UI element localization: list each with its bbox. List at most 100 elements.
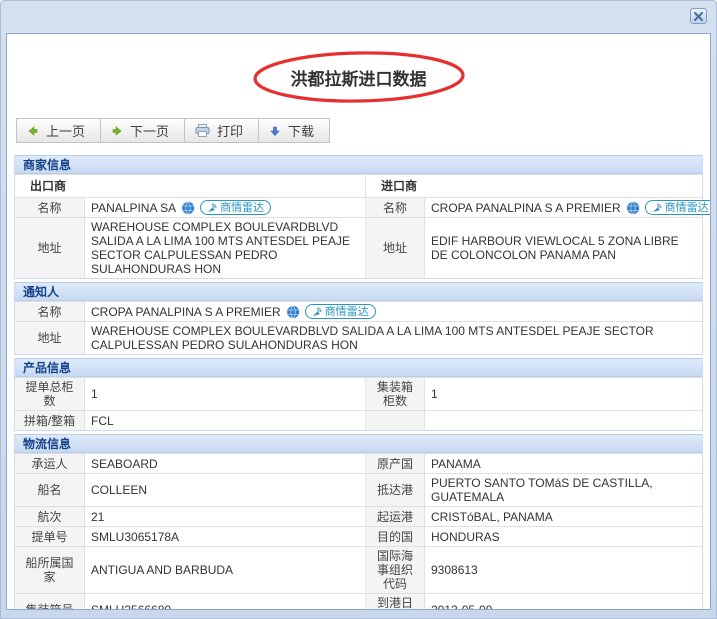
imo-code-value: 9308613 <box>425 547 702 593</box>
lcl-fcl-label: 拼箱/整箱 <box>15 411 85 430</box>
business-radar-badge[interactable]: 商情雷达 <box>200 200 271 215</box>
vessel-name-value: COLLEEN <box>85 474 366 506</box>
exporter-name-label: 名称 <box>15 198 85 217</box>
product-row-1: 提单总柜数 1 集装箱柜数 1 <box>15 377 702 410</box>
notify-address-row: 地址 WAREHOUSE COMPLEX BOULEVARDBLVD SALID… <box>15 321 702 354</box>
exporter-header: 出口商 <box>15 175 366 197</box>
bl-container-count-label: 提单总柜数 <box>15 378 85 410</box>
empty-label-cell <box>366 411 425 430</box>
logistics-row-vessel: 船名 COLLEEN 抵达港 PUERTO SANTO TOMáS DE CAS… <box>15 473 702 506</box>
page-title: 洪都拉斯进口数据 <box>291 65 427 90</box>
container-number-label: 集装箱号 <box>15 594 85 610</box>
carrier-label: 承运人 <box>15 454 85 473</box>
toolbar: 上一页 下一页 打印 <box>16 118 710 143</box>
business-radar-badge[interactable]: 商情雷达 <box>645 200 711 215</box>
importer-header: 进口商 <box>366 175 702 197</box>
business-radar-label: 商情雷达 <box>325 305 369 319</box>
notify-address-label: 地址 <box>15 322 85 354</box>
voyage-value: 21 <box>85 507 366 526</box>
vessel-name-label: 船名 <box>15 474 85 506</box>
importer-name-value: CROPA PANALPINA S A PREMIER <box>431 201 621 215</box>
section-notify-header: 通知人 <box>15 282 702 301</box>
exporter-address-value: WAREHOUSE COMPLEX BOULEVARDBLVD SALIDA A… <box>85 218 366 278</box>
voyage-label: 航次 <box>15 507 85 526</box>
merchant-name-row: 名称 PANALPINA SA 商情雷达 名称 <box>15 197 702 217</box>
close-button[interactable] <box>690 8 707 24</box>
section-logistics-header: 物流信息 <box>15 434 702 453</box>
origin-country-label: 原产国 <box>366 454 425 473</box>
vessel-flag-value: ANTIGUA AND BARBUDA <box>85 547 366 593</box>
section-notify: 通知人 名称 CROPA PANALPINA S A PREMIER 商情雷达 <box>14 282 703 355</box>
prev-page-label: 上一页 <box>46 121 85 140</box>
bl-container-count-value: 1 <box>85 378 366 410</box>
radar-icon <box>652 203 662 213</box>
departure-port-label: 起运港 <box>366 507 425 526</box>
notify-name-row: 名称 CROPA PANALPINA S A PREMIER 商情雷达 <box>15 301 702 321</box>
section-product: 产品信息 提单总柜数 1 集装箱柜数 1 拼箱/整箱 FCL <box>14 358 703 431</box>
logistics-row-flag: 船所属国家 ANTIGUA AND BARBUDA 国际海事组织代码 93086… <box>15 546 702 593</box>
logistics-row-voyage: 航次 21 起运港 CRISTóBAL, PANAMA <box>15 506 702 526</box>
globe-icon[interactable] <box>181 201 195 215</box>
container-count-label: 集装箱柜数 <box>366 378 425 410</box>
lcl-fcl-value: FCL <box>85 411 366 430</box>
container-count-value: 1 <box>425 378 702 410</box>
prev-page-button[interactable]: 上一页 <box>16 118 101 143</box>
download-button[interactable]: 下载 <box>258 118 330 143</box>
logistics-row-carrier: 承运人 SEABOARD 原产国 PANAMA <box>15 453 702 473</box>
exporter-address-label: 地址 <box>15 218 85 278</box>
notify-name-cell: CROPA PANALPINA S A PREMIER 商情雷达 <box>85 302 702 321</box>
globe-icon[interactable] <box>626 201 640 215</box>
logistics-row-bl: 提单号 SMLU3065178A 目的国 HONDURAS <box>15 526 702 546</box>
next-page-button[interactable]: 下一页 <box>100 118 185 143</box>
radar-icon <box>312 307 322 317</box>
notify-name-value: CROPA PANALPINA S A PREMIER <box>91 305 281 319</box>
business-radar-badge[interactable]: 商情雷达 <box>305 304 376 319</box>
container-number-value: SMLU2566680 <box>85 594 366 610</box>
section-merchant-header: 商家信息 <box>15 155 702 174</box>
importer-name-label: 名称 <box>366 198 425 217</box>
business-radar-label: 商情雷达 <box>665 201 709 215</box>
bl-number-value: SMLU3065178A <box>85 527 366 546</box>
close-icon <box>694 12 703 21</box>
exporter-name-value: PANALPINA SA <box>91 201 176 215</box>
section-merchant: 商家信息 出口商 进口商 名称 PANALPINA SA <box>14 155 703 279</box>
product-row-2: 拼箱/整箱 FCL <box>15 410 702 430</box>
arrival-port-label: 抵达港 <box>366 474 425 506</box>
importer-address-label: 地址 <box>366 218 425 278</box>
section-logistics: 物流信息 承运人 SEABOARD 原产国 PANAMA 船名 COLLEEN … <box>14 434 703 610</box>
importer-name-cell: CROPA PANALPINA S A PREMIER 商情雷达 <box>425 198 711 217</box>
globe-icon[interactable] <box>286 305 300 319</box>
notify-address-value: WAREHOUSE COMPLEX BOULEVARDBLVD SALIDA A… <box>85 322 702 354</box>
origin-country-value: PANAMA <box>425 454 702 473</box>
destination-country-value: HONDURAS <box>425 527 702 546</box>
arrival-port-value: PUERTO SANTO TOMáS DE CASTILLA, GUATEMAL… <box>425 474 702 506</box>
detail-sections: 商家信息 出口商 进口商 名称 PANALPINA SA <box>14 155 703 610</box>
dialog-window: 洪都拉斯进口数据 上一页 下一页 <box>0 0 717 619</box>
departure-port-value: CRISTóBAL, PANAMA <box>425 507 702 526</box>
printer-icon <box>195 124 210 137</box>
arrival-date-value: 2012-05-09 <box>425 594 702 610</box>
title-area: 洪都拉斯进口数据 <box>7 46 710 108</box>
logistics-row-container: 集装箱号 SMLU2566680 到港日期 2012-05-09 <box>15 593 702 610</box>
arrow-left-icon <box>27 125 39 137</box>
section-product-header: 产品信息 <box>15 358 702 377</box>
merchant-address-row: 地址 WAREHOUSE COMPLEX BOULEVARDBLVD SALID… <box>15 217 702 278</box>
download-label: 下载 <box>288 121 314 140</box>
radar-icon <box>207 203 217 213</box>
print-button[interactable]: 打印 <box>184 118 259 143</box>
bl-number-label: 提单号 <box>15 527 85 546</box>
exporter-name-cell: PANALPINA SA 商情雷达 <box>85 198 366 217</box>
notify-name-label: 名称 <box>15 302 85 321</box>
next-page-label: 下一页 <box>130 121 169 140</box>
print-label: 打印 <box>217 121 243 140</box>
business-radar-label: 商情雷达 <box>220 201 264 215</box>
vessel-flag-label: 船所属国家 <box>15 547 85 593</box>
arrow-down-icon <box>269 125 281 137</box>
importer-address-value: EDIF HARBOUR VIEWLOCAL 5 ZONA LIBRE DE C… <box>425 218 702 278</box>
destination-country-label: 目的国 <box>366 527 425 546</box>
merchant-subheader-row: 出口商 进口商 <box>15 174 702 197</box>
arrival-date-label: 到港日期 <box>366 594 425 610</box>
dialog-titlebar <box>1 1 716 33</box>
empty-value-cell <box>425 411 702 430</box>
arrow-right-icon <box>111 125 123 137</box>
